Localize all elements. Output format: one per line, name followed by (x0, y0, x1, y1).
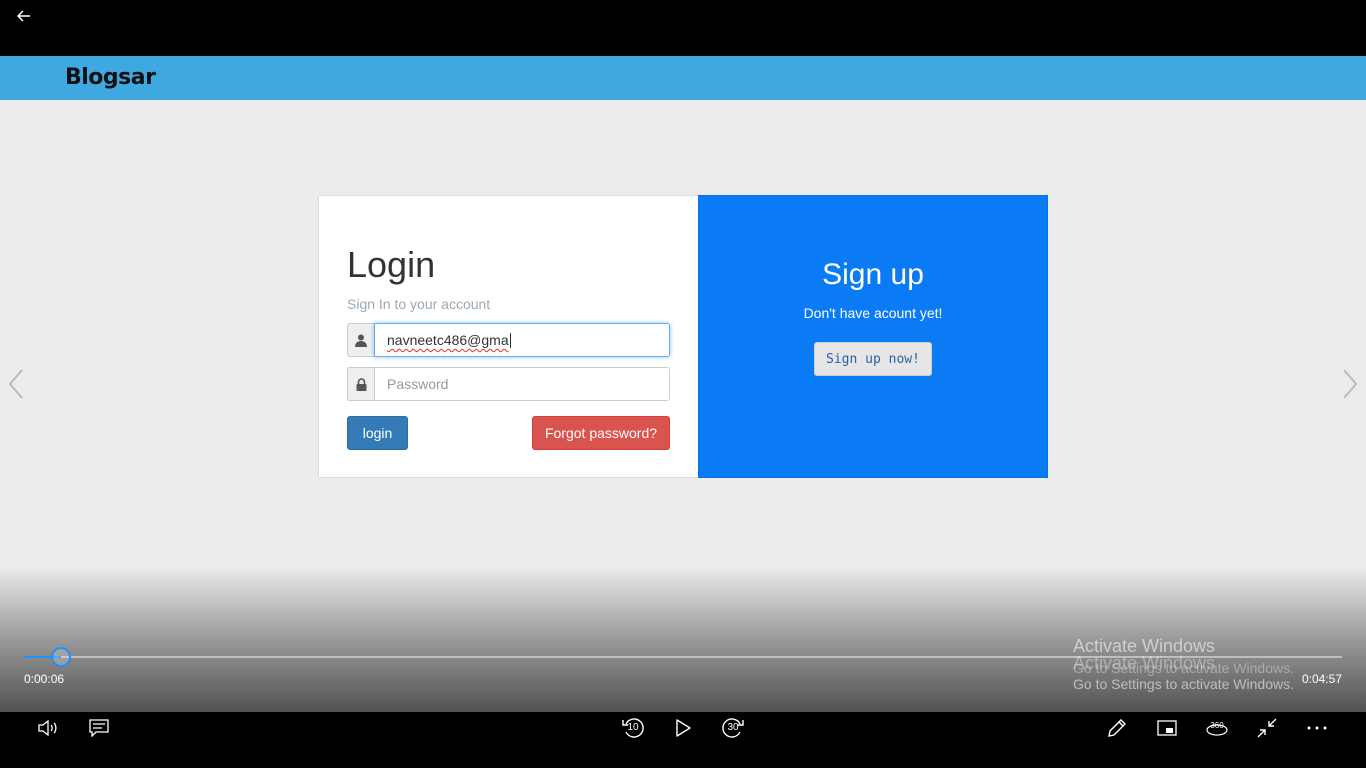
email-field[interactable]: navneetc486@gma (374, 323, 670, 357)
skip-forward-seconds: 30 (727, 722, 739, 733)
chevron-right-icon (1343, 369, 1358, 399)
login-button[interactable]: login (347, 416, 408, 450)
login-subtitle: Sign In to your account (347, 296, 491, 312)
password-input-group: Password (347, 367, 670, 401)
captions-icon (89, 719, 109, 737)
more-options-button[interactable] (1297, 712, 1337, 744)
login-panel: Login Sign In to your account navneetc48… (318, 195, 699, 478)
site-brand: Blogsar (65, 65, 156, 90)
seek-bar-thumb[interactable] (50, 647, 71, 667)
password-field[interactable]: Password (374, 367, 670, 401)
email-input-group: navneetc486@gma (347, 323, 670, 357)
signup-subtitle: Don't have acount yet! (803, 305, 943, 321)
360-view-button[interactable]: 360 (1197, 712, 1237, 744)
video-frame[interactable]: Blogsar Login Sign In to your account na… (0, 56, 1366, 712)
back-button[interactable] (12, 5, 36, 27)
360-icon: 360 (1206, 721, 1228, 736)
activate-windows-text-ghost: Go to Settings to activate Windows. (1073, 660, 1294, 676)
user-icon (355, 334, 367, 347)
skip-back-button[interactable]: 10 (613, 712, 653, 744)
signup-panel: Sign up Don't have acount yet! Sign up n… (698, 195, 1048, 478)
draw-button[interactable] (1097, 712, 1137, 744)
total-time: 0:04:57 (1301, 672, 1342, 686)
lock-icon (356, 377, 366, 391)
user-addon (347, 323, 374, 357)
skip-forward-button[interactable]: 30 (713, 712, 753, 744)
seek-bar[interactable] (24, 647, 1342, 667)
login-title: Login (347, 244, 436, 285)
current-time: 0:00:06 (24, 672, 65, 686)
exit-fullscreen-button[interactable] (1247, 712, 1287, 744)
chevron-left-icon (8, 369, 23, 399)
signup-now-button[interactable]: Sign up now! (814, 342, 932, 376)
player-controls: 10 30 360 (0, 712, 1366, 768)
player-title-bar (0, 0, 1366, 56)
volume-icon (38, 720, 57, 736)
mini-view-button[interactable] (1147, 712, 1187, 744)
site-header: Blogsar (0, 56, 1366, 100)
email-field-value: navneetc486@gma (387, 332, 509, 348)
back-arrow-icon (17, 10, 30, 22)
text-caret (509, 332, 511, 348)
activate-windows-text: Go to Settings to activate Windows. (1073, 676, 1294, 692)
play-button[interactable] (663, 712, 703, 744)
pen-icon (1108, 719, 1126, 737)
lock-addon (347, 367, 374, 401)
signup-title: Sign up (822, 258, 924, 291)
captions-button[interactable] (79, 712, 119, 744)
360-label: 360 (1210, 721, 1224, 730)
previous-button[interactable] (6, 366, 26, 402)
more-icon (1307, 726, 1327, 730)
next-button[interactable] (1340, 366, 1360, 402)
forgot-password-button[interactable]: Forgot password? (532, 416, 670, 450)
skip-back-seconds: 10 (627, 722, 639, 733)
exit-fullscreen-icon (1257, 718, 1277, 738)
play-icon (676, 719, 691, 737)
volume-button[interactable] (29, 712, 69, 744)
mini-view-icon (1157, 720, 1177, 736)
